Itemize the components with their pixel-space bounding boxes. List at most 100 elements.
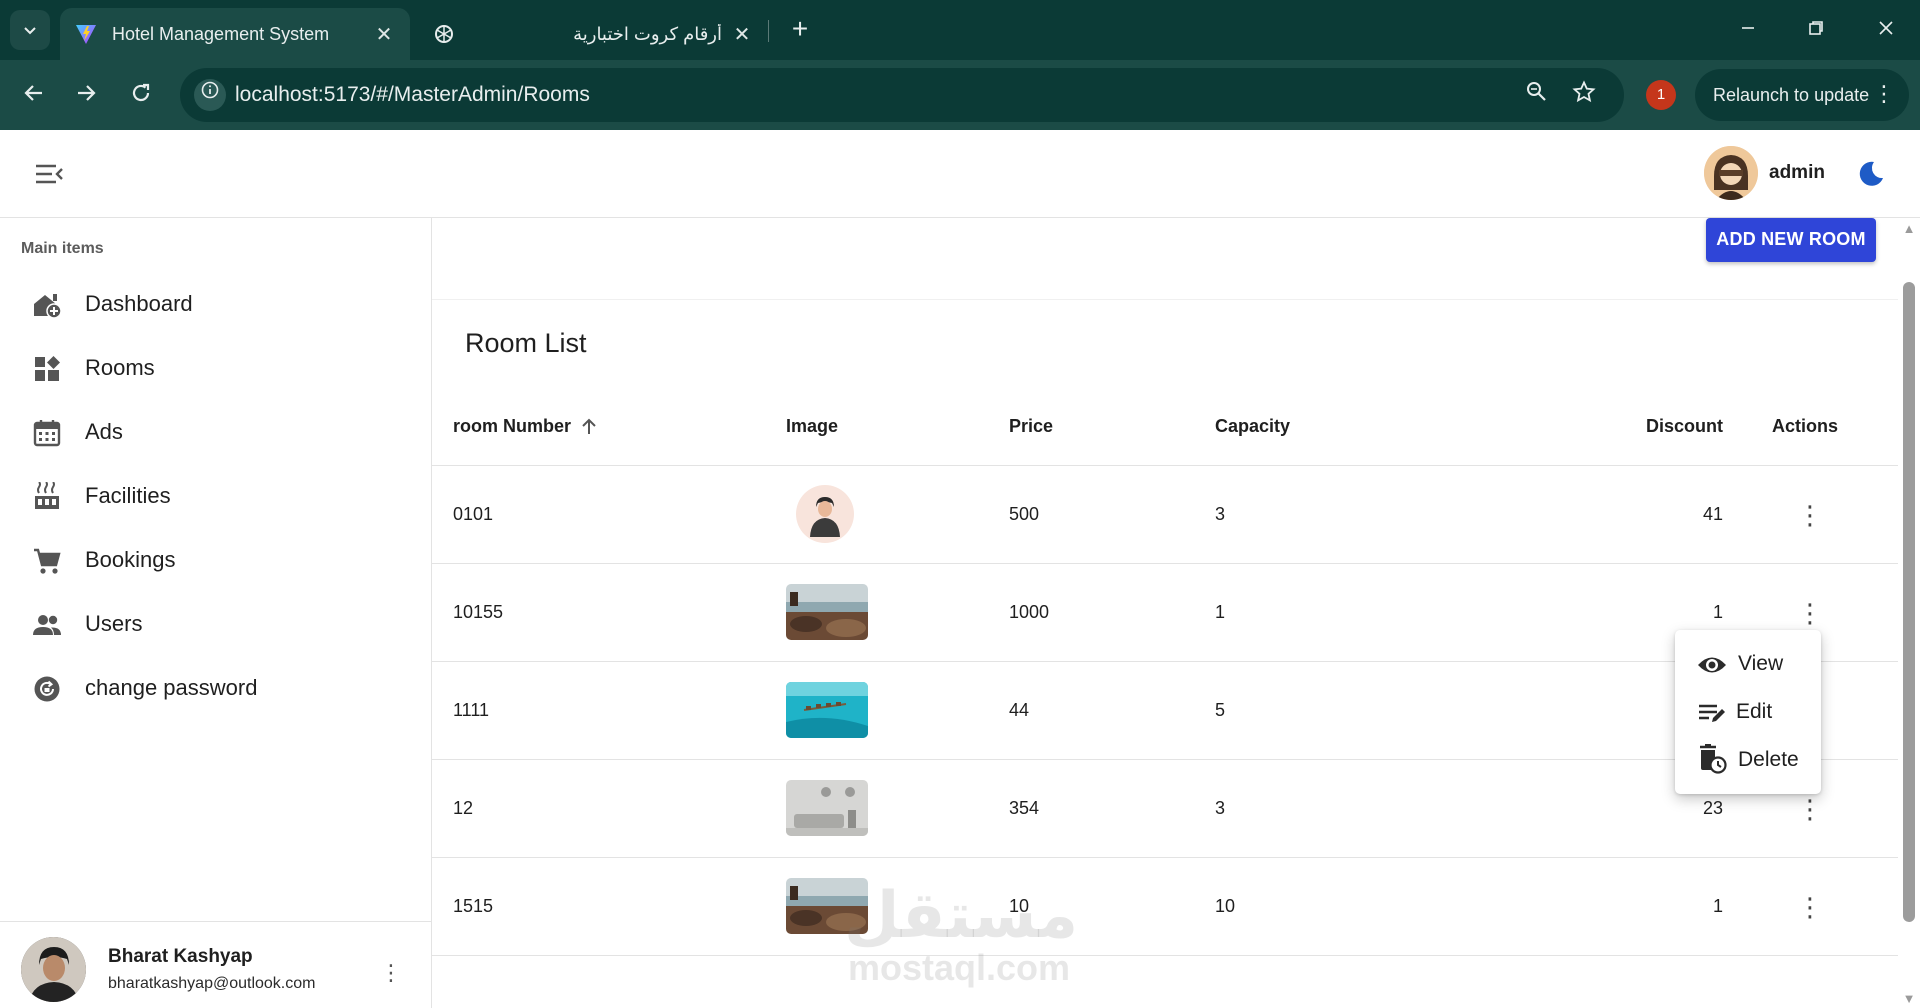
user-options-icon[interactable]: ⋮	[380, 960, 402, 986]
admin-username: admin	[1769, 162, 1825, 183]
relaunch-update-button[interactable]: Relaunch to update ⋮	[1695, 69, 1909, 121]
column-header-room-number[interactable]: room Number	[453, 416, 599, 437]
room-image	[786, 584, 868, 640]
user-name: Bharat Kashyap	[108, 946, 253, 967]
tab-test-cards[interactable]: أرقام كروت اختبارية ✕	[418, 8, 768, 60]
moon-icon	[1859, 161, 1883, 186]
room-image-living-room	[786, 780, 868, 836]
back-button[interactable]	[14, 75, 54, 115]
sidebar-item-change-password[interactable]: change password	[0, 658, 431, 718]
restore-window-button[interactable]	[1794, 10, 1838, 50]
sort-ascending-icon	[582, 418, 596, 434]
sidebar-heading: Main items	[21, 240, 104, 257]
cart-icon	[34, 548, 61, 574]
star-icon	[1572, 80, 1596, 103]
menu-open-icon	[36, 164, 63, 184]
dashboard-tiles-icon	[35, 356, 60, 381]
table-row[interactable]: 0101 500 3 41 ⋮	[432, 466, 1898, 564]
cell-room-number: 1515	[453, 896, 494, 916]
vite-logo-icon	[76, 25, 96, 44]
minimize-icon	[1742, 27, 1754, 29]
close-tab-icon[interactable]: ✕	[372, 22, 396, 47]
column-header-price[interactable]: Price	[1009, 416, 1053, 437]
table-row[interactable]: 1515 10 10 1 ⋮	[432, 858, 1898, 956]
admin-avatar-image	[1704, 146, 1758, 200]
sidebar-item-bookings[interactable]: Bookings	[0, 530, 431, 590]
menu-item-edit[interactable]: Edit	[1675, 688, 1821, 736]
close-window-button[interactable]	[1864, 10, 1908, 50]
cell-capacity: 1	[1215, 602, 1226, 622]
cell-price: 500	[1009, 504, 1040, 524]
sidebar-item-rooms[interactable]: Rooms	[0, 338, 431, 398]
scroll-up-arrow-icon[interactable]: ▲	[1899, 221, 1919, 236]
user-avatar-image	[21, 937, 86, 1002]
sidebar-item-facilities[interactable]: Facilities	[0, 466, 431, 526]
column-header-actions: Actions	[1772, 416, 1839, 436]
row-actions-button[interactable]: ⋮	[1790, 594, 1830, 634]
add-new-room-button[interactable]: ADD NEW ROOM	[1706, 218, 1876, 262]
cell-discount: 1	[1712, 602, 1723, 622]
delete-clock-icon	[1700, 744, 1727, 774]
scroll-down-arrow-icon[interactable]: ▼	[1899, 991, 1919, 1006]
tab-hotel-management[interactable]: Hotel Management System ✕	[60, 8, 410, 60]
app-header: admin	[0, 130, 1920, 218]
dark-mode-toggle[interactable]	[1854, 157, 1888, 191]
reload-button[interactable]	[121, 75, 161, 115]
sidebar-item-label: Dashboard	[85, 291, 193, 316]
arrow-right-icon	[78, 85, 96, 101]
room-image-ocean	[786, 682, 868, 738]
sidebar-toggle-button[interactable]	[26, 156, 70, 192]
user-avatar[interactable]	[21, 937, 86, 1002]
sidebar: Main items Dashboard Rooms Ads Facilitie…	[0, 218, 432, 1008]
forward-button[interactable]	[66, 75, 106, 115]
tab-separator	[768, 20, 769, 42]
browser-tab-bar: Hotel Management System ✕ أرقام كروت اخت…	[0, 0, 1920, 60]
column-header-image[interactable]: Image	[786, 416, 838, 437]
column-header-discount[interactable]: Discount	[1615, 416, 1723, 437]
tab-title: أرقام كروت اختبارية	[573, 23, 722, 44]
menu-item-delete[interactable]: Delete	[1675, 736, 1821, 784]
scrollbar-thumb[interactable]	[1903, 282, 1915, 922]
user-email: bharatkashyap@outlook.com	[108, 975, 316, 992]
sidebar-item-users[interactable]: Users	[0, 594, 431, 654]
tab-search-button[interactable]	[10, 10, 50, 50]
extension-notification-badge[interactable]: 1	[1646, 80, 1676, 110]
row-actions-button[interactable]: ⋮	[1790, 496, 1830, 536]
eye-icon	[1698, 657, 1726, 673]
row-actions-button[interactable]: ⋮	[1790, 790, 1830, 830]
room-image-beach	[786, 878, 868, 934]
browser-menu-icon[interactable]: ⋮	[1873, 81, 1895, 107]
zoom-icon[interactable]	[1521, 80, 1551, 110]
sidebar-item-dashboard[interactable]: Dashboard	[0, 274, 431, 334]
people-icon	[33, 615, 61, 635]
menu-item-view[interactable]: View	[1675, 640, 1821, 688]
column-header-capacity[interactable]: Capacity	[1215, 416, 1290, 437]
minimize-window-button[interactable]	[1726, 10, 1770, 50]
new-tab-button[interactable]: +	[784, 14, 816, 46]
row-actions-button[interactable]: ⋮	[1790, 888, 1830, 928]
column-header-label: room Number	[453, 416, 572, 436]
bookmark-star-icon[interactable]	[1569, 80, 1599, 110]
address-bar[interactable]: localhost:5173/#/MasterAdmin/Rooms	[180, 68, 1624, 122]
close-icon	[1879, 21, 1893, 35]
cell-room-number: 1111	[453, 700, 490, 720]
site-info-icon[interactable]	[194, 79, 226, 111]
cell-discount: 41	[1702, 504, 1723, 524]
main-content: ADD NEW ROOM Room List room Number Image…	[432, 218, 1898, 1008]
room-image	[786, 780, 868, 836]
openai-logo-icon	[435, 25, 453, 43]
sidebar-item-label: Ads	[85, 419, 123, 444]
cell-discount: 23	[1702, 798, 1723, 818]
cell-price: 1000	[1009, 602, 1050, 622]
relaunch-label: Relaunch to update	[1713, 84, 1870, 105]
close-tab-icon[interactable]: ✕	[730, 22, 754, 47]
sidebar-item-ads[interactable]: Ads	[0, 402, 431, 462]
sidebar-item-label: change password	[85, 675, 258, 700]
admin-avatar[interactable]	[1704, 146, 1758, 200]
sidebar-user-card: Bharat Kashyap bharatkashyap@outlook.com…	[0, 921, 431, 1008]
lock-reset-icon	[34, 676, 60, 702]
sidebar-item-label: Bookings	[85, 547, 176, 572]
factory-icon	[35, 482, 59, 509]
url-text[interactable]: localhost:5173/#/MasterAdmin/Rooms	[235, 83, 590, 107]
cell-room-number: 10155	[453, 602, 504, 622]
